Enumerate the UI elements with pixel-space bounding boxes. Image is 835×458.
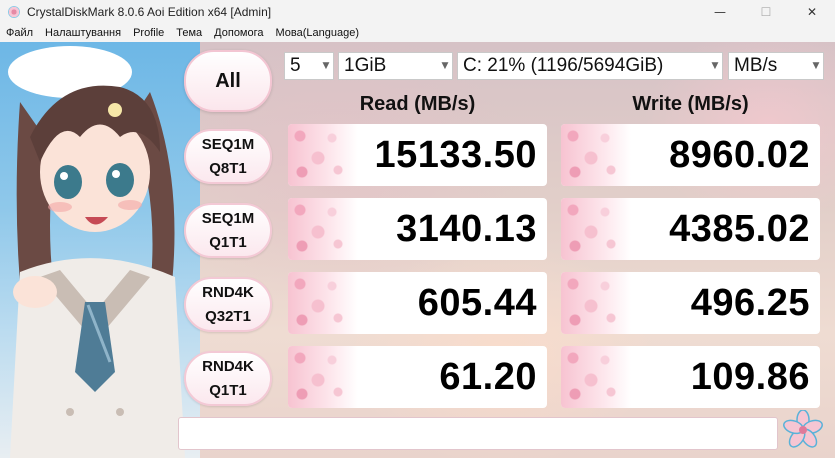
sakura-pattern bbox=[288, 124, 358, 186]
all-tests-button[interactable]: All bbox=[184, 50, 272, 112]
write-result: 109.86 bbox=[561, 346, 820, 408]
drive-value: C: 21% (1196/5694GiB) bbox=[463, 55, 664, 76]
write-value: 496.25 bbox=[690, 281, 810, 324]
test-params: Q8T1 bbox=[209, 159, 247, 177]
test-count-value: 5 bbox=[290, 55, 301, 76]
close-button[interactable]: ✕ bbox=[789, 0, 835, 24]
app-icon bbox=[7, 5, 21, 19]
test-params: Q32T1 bbox=[205, 307, 251, 325]
test-count-select[interactable]: 5 ▼ bbox=[284, 52, 334, 80]
test-name: RND4K bbox=[202, 357, 254, 375]
character-illustration bbox=[8, 46, 185, 458]
test-size-value: 1GiB bbox=[344, 55, 387, 76]
read-value: 3140.13 bbox=[396, 207, 537, 250]
test-params: Q1T1 bbox=[209, 381, 247, 399]
drive-select[interactable]: C: 21% (1196/5694GiB) ▼ bbox=[457, 52, 723, 80]
title-bar: CrystalDiskMark 8.0.6 Aoi Edition x64 [A… bbox=[0, 0, 835, 24]
sakura-pattern bbox=[561, 346, 631, 408]
sakura-pattern bbox=[561, 198, 631, 260]
menu-settings[interactable]: Налаштування bbox=[39, 27, 127, 39]
chevron-down-icon: ▼ bbox=[322, 61, 330, 71]
read-value: 605.44 bbox=[417, 281, 537, 324]
write-value: 8960.02 bbox=[669, 133, 810, 176]
read-result: 605.44 bbox=[288, 272, 547, 334]
sakura-pattern bbox=[288, 198, 358, 260]
read-value: 15133.50 bbox=[374, 133, 537, 176]
test-button-rnd4k-q32t1[interactable]: RND4K Q32T1 bbox=[184, 277, 272, 332]
window-title: CrystalDiskMark 8.0.6 Aoi Edition x64 [A… bbox=[27, 5, 272, 19]
test-name: SEQ1M bbox=[201, 209, 255, 227]
comment-input[interactable] bbox=[178, 417, 778, 450]
write-result: 496.25 bbox=[561, 272, 820, 334]
test-button-seq1m-q8t1[interactable]: SEQ1M Q8T1 bbox=[184, 129, 272, 184]
test-button-rnd4k-q1t1[interactable]: RND4K Q1T1 bbox=[184, 351, 272, 406]
test-name: SEQ1M bbox=[201, 135, 255, 153]
sakura-pattern bbox=[288, 346, 358, 408]
write-value: 109.86 bbox=[690, 355, 810, 398]
test-size-select[interactable]: 1GiB ▼ bbox=[338, 52, 453, 80]
maximize-button[interactable]: ☐ bbox=[743, 0, 789, 24]
unit-value: MB/s bbox=[734, 55, 778, 76]
window-controls: — ☐ ✕ bbox=[697, 0, 835, 24]
sakura-pattern bbox=[561, 272, 631, 334]
menu-help[interactable]: Допомога bbox=[208, 27, 269, 39]
read-result: 3140.13 bbox=[288, 198, 547, 260]
sakura-logo-icon bbox=[783, 410, 823, 448]
menu-bar: Файл Налаштування Profile Тема Допомога … bbox=[0, 24, 835, 42]
sakura-pattern bbox=[288, 272, 358, 334]
read-result: 61.20 bbox=[288, 346, 547, 408]
test-name: RND4K bbox=[202, 283, 254, 301]
write-result: 8960.02 bbox=[561, 124, 820, 186]
chevron-down-icon: ▼ bbox=[441, 61, 449, 71]
read-value: 61.20 bbox=[439, 355, 537, 398]
read-header: Read (MB/s) bbox=[359, 93, 476, 115]
write-result: 4385.02 bbox=[561, 198, 820, 260]
read-result: 15133.50 bbox=[288, 124, 547, 186]
sakura-pattern bbox=[561, 124, 631, 186]
write-header: Write (MB/s) bbox=[632, 93, 749, 115]
chevron-down-icon: ▼ bbox=[711, 61, 719, 71]
chevron-down-icon: ▼ bbox=[812, 61, 820, 71]
test-button-seq1m-q1t1[interactable]: SEQ1M Q1T1 bbox=[184, 203, 272, 258]
write-value: 4385.02 bbox=[669, 207, 810, 250]
menu-language[interactable]: Мова(Language) bbox=[270, 27, 366, 39]
menu-profile[interactable]: Profile bbox=[127, 27, 170, 39]
menu-file[interactable]: Файл bbox=[0, 27, 39, 39]
minimize-button[interactable]: — bbox=[697, 0, 743, 24]
unit-select[interactable]: MB/s ▼ bbox=[728, 52, 824, 80]
menu-theme[interactable]: Тема bbox=[170, 27, 208, 39]
test-params: Q1T1 bbox=[209, 233, 247, 251]
main-panel: All 5 ▼ 1GiB ▼ C: 21% (1196/5694GiB) ▼ M… bbox=[0, 42, 835, 458]
